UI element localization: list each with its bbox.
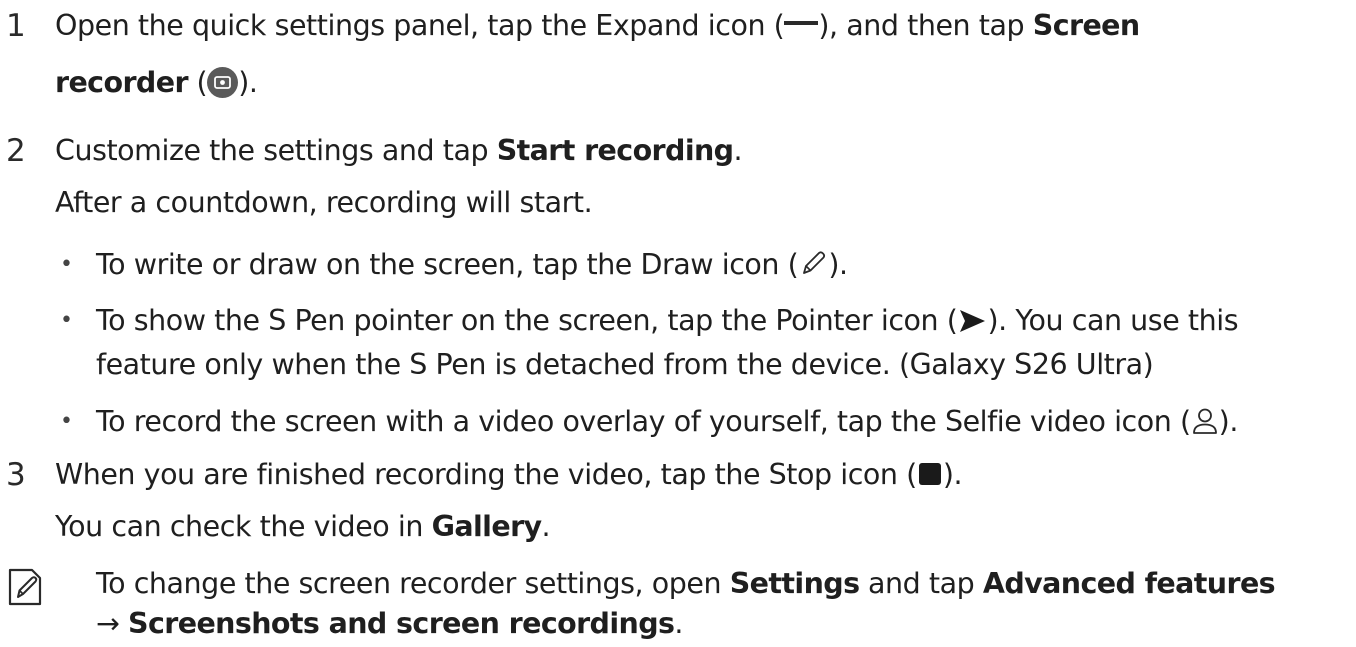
note-icon: [6, 567, 44, 607]
bullet-dot: •: [60, 308, 73, 333]
step-bold: recorder: [55, 66, 189, 99]
screen-recorder-icon: [207, 66, 239, 98]
step-1-line-1: Open the quick settings panel, tap the E…: [55, 6, 1140, 46]
step-text: Open the quick settings panel, tap the E…: [55, 9, 785, 42]
note-text: To change the screen recorder settings, …: [96, 567, 730, 600]
note-text: and tap: [859, 567, 983, 600]
step-text: ), and then tap: [818, 9, 1033, 42]
step-number: 3: [6, 457, 26, 493]
step-text: ).: [238, 66, 258, 99]
step-3-line-2: You can check the video in Gallery.: [55, 507, 551, 547]
note-text: .: [674, 607, 683, 640]
note-bold: Settings: [729, 567, 860, 600]
step-number: 1: [6, 8, 26, 44]
step-bold: Gallery: [431, 510, 543, 543]
step-text: (: [187, 66, 208, 99]
step-3-line-1: When you are finished recording the vide…: [55, 455, 963, 495]
stop-icon: [918, 463, 941, 485]
arrow: →: [96, 607, 129, 640]
bullet-text: To record the screen with a video overla…: [96, 405, 1191, 438]
step-text: ).: [942, 458, 963, 491]
step-text: You can check the video in: [55, 510, 432, 543]
step-1-line-2: recorder ().: [55, 63, 258, 103]
note-bold: Screenshots and screen recordings: [128, 607, 675, 640]
step-bold: Start recording: [496, 134, 734, 167]
bullet-item: To record the screen with a video overla…: [96, 402, 1238, 442]
bullet-item-continued: feature only when the S Pen is detached …: [96, 348, 1154, 381]
step-text: .: [733, 134, 743, 167]
bullet-dot: •: [60, 409, 73, 434]
bullet-text: ).: [1218, 405, 1239, 438]
step-2-line-2: After a countdown, recording will start.: [55, 186, 593, 219]
step-text: When you are finished recording the vide…: [55, 458, 917, 491]
draw-icon: [798, 249, 828, 279]
selfie-video-icon: [1191, 406, 1219, 436]
note-bold: Advanced features: [982, 567, 1276, 600]
bullet-item: To write or draw on the screen, tap the …: [96, 245, 848, 285]
bullet-dot: •: [60, 252, 73, 277]
step-2-line-1: Customize the settings and tap Start rec…: [55, 131, 743, 171]
bullet-text: To write or draw on the screen, tap the …: [96, 248, 799, 281]
note-line-2: → Screenshots and screen recordings.: [96, 604, 683, 644]
pointer-icon: [957, 306, 987, 334]
step-number: 2: [6, 133, 26, 169]
expand-icon: [784, 21, 819, 25]
step-text: Customize the settings and tap: [55, 134, 497, 167]
bullet-text: To show the S Pen pointer on the screen,…: [96, 304, 958, 337]
step-text: .: [541, 510, 551, 543]
step-bold: Screen: [1032, 9, 1140, 42]
bullet-item: To show the S Pen pointer on the screen,…: [96, 301, 1239, 341]
bullet-text: ).: [828, 248, 848, 281]
note-line-1: To change the screen recorder settings, …: [96, 564, 1276, 604]
bullet-text: ). You can use this: [987, 304, 1239, 337]
